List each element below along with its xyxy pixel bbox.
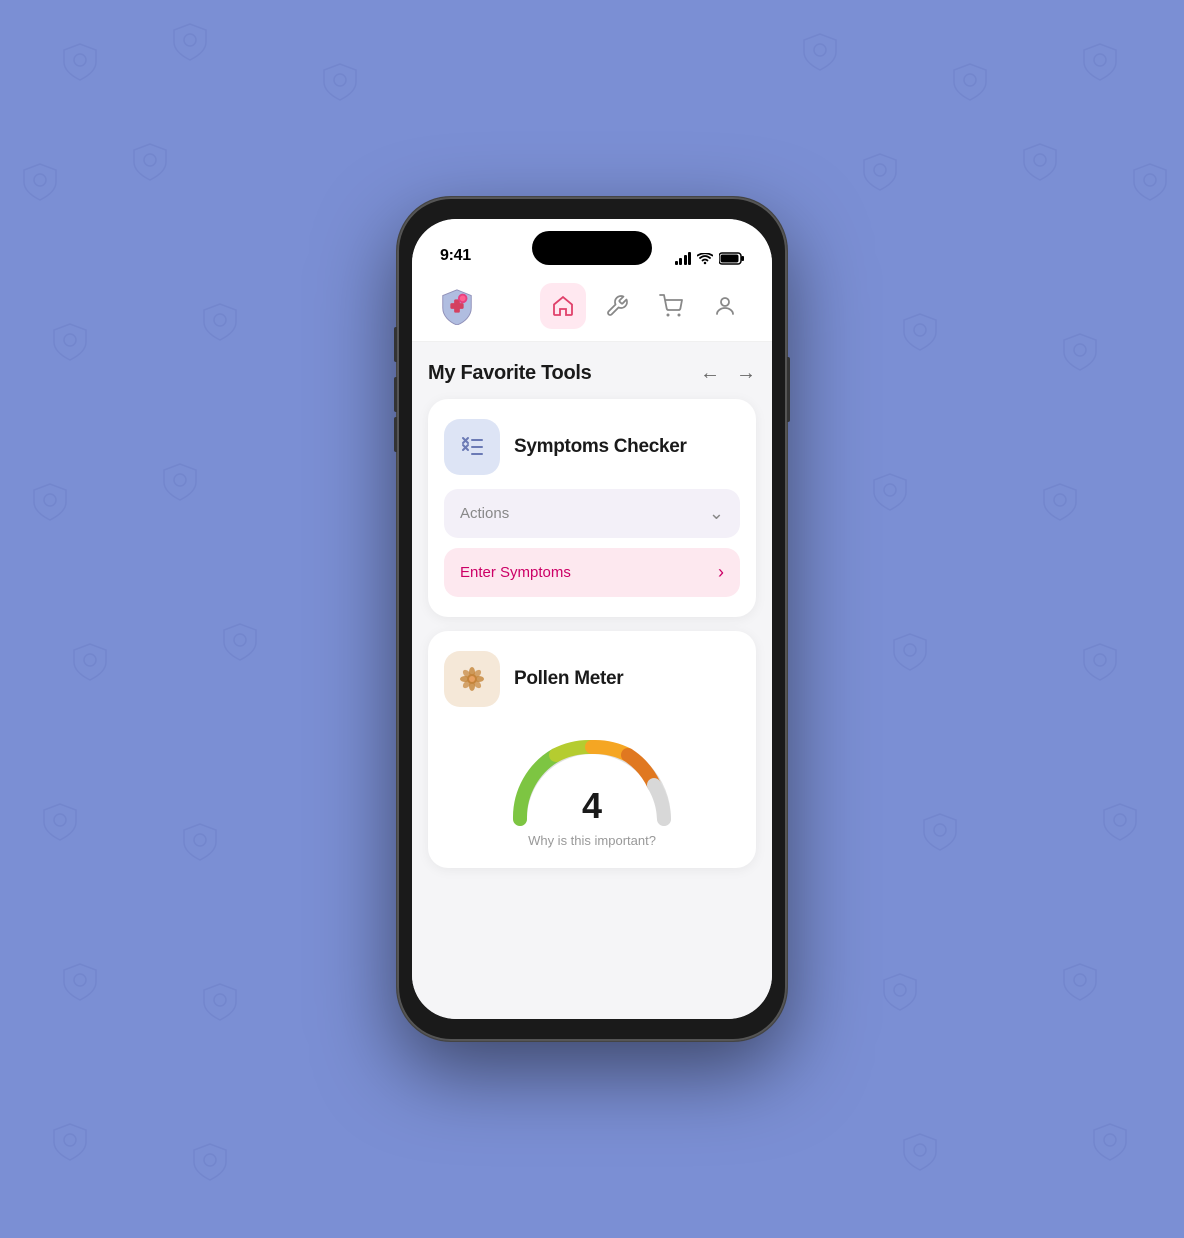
section-header: My Favorite Tools ← → [428, 362, 756, 385]
nav-item-home[interactable] [540, 283, 586, 329]
enter-symptoms-button[interactable]: Enter Symptoms › [444, 548, 740, 597]
chevron-down-icon: ⌄ [709, 503, 724, 524]
pollen-meter-title: Pollen Meter [514, 668, 623, 690]
signal-icon [675, 253, 692, 265]
nav-arrows: ← → [700, 362, 756, 385]
pollen-meter-header: Pollen Meter [444, 651, 740, 707]
nav-bar [412, 273, 772, 342]
enter-symptoms-label: Enter Symptoms [460, 564, 571, 581]
nav-items [540, 283, 748, 329]
nav-item-tools[interactable] [594, 283, 640, 329]
wifi-icon [697, 253, 713, 265]
symptoms-checker-icon-wrapper [444, 419, 500, 475]
phone-screen: 9:41 [412, 219, 772, 1019]
symptoms-checker-title: Symptoms Checker [514, 436, 687, 458]
status-time: 9:41 [440, 247, 471, 265]
main-content: My Favorite Tools ← → [412, 342, 772, 1019]
why-important-text[interactable]: Why is this important? [528, 833, 656, 848]
actions-dropdown[interactable]: Actions ⌄ [444, 489, 740, 538]
gauge-svg-wrapper: 4 [502, 727, 682, 827]
section-title: My Favorite Tools [428, 362, 591, 385]
symptoms-checker-header: Symptoms Checker [444, 419, 740, 475]
nav-item-profile[interactable] [702, 283, 748, 329]
phone-shell: 9:41 [397, 197, 787, 1041]
status-icons [675, 252, 745, 265]
app-logo[interactable] [436, 285, 478, 327]
gauge-container: 4 Why is this important? [444, 723, 740, 848]
pollen-meter-card: Pollen Meter [428, 631, 756, 868]
dynamic-island [532, 231, 652, 265]
checklist-icon [456, 431, 488, 463]
prev-arrow-button[interactable]: ← [700, 362, 720, 385]
gauge-value: 4 [582, 785, 602, 827]
next-arrow-button[interactable]: → [736, 362, 756, 385]
chevron-right-icon: › [718, 562, 724, 583]
flower-icon [456, 663, 488, 695]
nav-item-cart[interactable] [648, 283, 694, 329]
symptoms-checker-card: Symptoms Checker Actions ⌄ Enter Symptom… [428, 399, 756, 617]
battery-icon [719, 252, 744, 265]
pollen-meter-icon-wrapper [444, 651, 500, 707]
actions-label: Actions [460, 505, 509, 522]
